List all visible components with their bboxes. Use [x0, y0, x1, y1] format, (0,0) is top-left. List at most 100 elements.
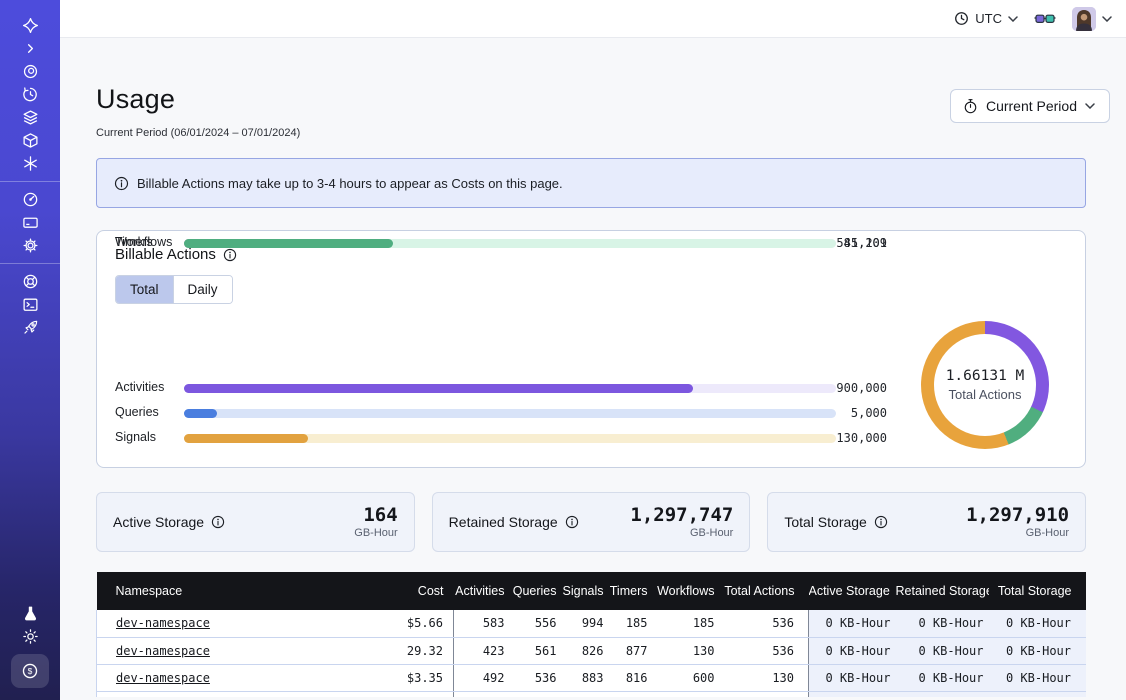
- col-retained-storage[interactable]: Retained Storage: [896, 572, 989, 610]
- theme-sun-icon[interactable]: [0, 625, 60, 648]
- namespaces-icon[interactable]: [0, 60, 60, 83]
- info-icon[interactable]: [211, 515, 225, 529]
- chevron-down-icon: [1008, 16, 1018, 22]
- bar-label: Queries: [115, 405, 159, 419]
- total-storage-card: Total Storage 1,297,910 GB-Hour: [767, 492, 1086, 552]
- cell-workflows: 130: [654, 637, 721, 664]
- page-subtitle: Current Period (06/01/2024 – 07/01/2024): [96, 127, 300, 139]
- bar-track: [184, 434, 836, 443]
- sidebar: $: [0, 0, 60, 700]
- cell-total-storage: 0 KB-Hour: [989, 664, 1087, 691]
- getting-started-rocket-icon[interactable]: [0, 316, 60, 339]
- usage-gauge-icon[interactable]: [0, 188, 60, 211]
- col-namespace[interactable]: Namespace: [97, 572, 357, 610]
- col-activities[interactable]: Activities: [454, 572, 511, 610]
- clock-icon: [954, 11, 969, 26]
- total-actions-label: Total Actions: [949, 387, 1022, 402]
- support-lifebuoy-icon[interactable]: [0, 270, 60, 293]
- total-storage-value: 1,297,910: [966, 505, 1069, 525]
- col-queries[interactable]: Queries: [511, 572, 563, 610]
- history-icon[interactable]: [0, 83, 60, 106]
- cell-total-storage: 0 KB-Hour: [989, 637, 1087, 664]
- collapse-chevron-icon[interactable]: [0, 37, 60, 60]
- cell-workflows: 600: [654, 664, 721, 691]
- bar-fill: [184, 239, 393, 248]
- active-storage-value: 164: [354, 505, 397, 525]
- bar-fill: [184, 409, 217, 418]
- account-menu[interactable]: [1072, 7, 1112, 31]
- settings-gear-icon[interactable]: [0, 234, 60, 257]
- period-selector-label: Current Period: [986, 98, 1077, 114]
- col-total-storage[interactable]: Total Storage: [989, 572, 1087, 610]
- layers-icon[interactable]: [0, 106, 60, 129]
- user-avatar: [1072, 7, 1096, 31]
- cell-active-storage: 0 KB-Hour: [809, 664, 896, 691]
- active-storage-card: Active Storage 164 GB-Hour: [96, 492, 415, 552]
- feedback-terminal-icon[interactable]: [0, 293, 60, 316]
- nexus-asterisk-icon[interactable]: [0, 152, 60, 175]
- namespace-link[interactable]: dev-namespace: [116, 616, 210, 630]
- 3d-glasses-icon[interactable]: [1034, 12, 1056, 26]
- timezone-label: UTC: [975, 11, 1002, 26]
- col-active-storage[interactable]: Active Storage: [809, 572, 896, 610]
- cell-cost: $5.66: [357, 610, 454, 637]
- total-storage-unit: GB-Hour: [966, 527, 1069, 539]
- table-header: Namespace Cost Activities Queries Signal…: [97, 572, 1087, 610]
- namespace-usage-table: Namespace Cost Activities Queries Signal…: [96, 572, 1086, 697]
- deployments-cube-icon[interactable]: [0, 129, 60, 152]
- cell-workflows: 185: [654, 610, 721, 637]
- namespace-link[interactable]: dev-namespace: [116, 671, 210, 685]
- cell-signals: 883: [563, 664, 610, 691]
- cell-signals: 826: [563, 637, 610, 664]
- temporal-logo-icon[interactable]: [0, 14, 60, 37]
- billable-view-tabs: Total Daily: [115, 275, 233, 304]
- cell-retained-storage: 0 KB-Hour: [896, 664, 989, 691]
- timezone-selector[interactable]: UTC: [954, 11, 1018, 26]
- labs-flask-icon[interactable]: [0, 602, 60, 625]
- col-timers[interactable]: Timers: [610, 572, 654, 610]
- cell-timers: 816: [610, 664, 654, 691]
- bar-track: [184, 384, 836, 393]
- table-row-partial: [97, 691, 1087, 697]
- table-row: dev-namespace 29.32 423 561 826 877 130 …: [97, 637, 1087, 664]
- tab-total[interactable]: Total: [116, 276, 173, 303]
- bar-value: 5,000: [851, 406, 887, 420]
- cell-cost: $3.35: [357, 664, 454, 691]
- cell-active-storage: 0 KB-Hour: [809, 610, 896, 637]
- bar-track: [184, 409, 836, 418]
- bar-fill: [184, 434, 308, 443]
- svg-text:$: $: [28, 666, 33, 676]
- total-actions-value: 1.66131 M: [946, 368, 1025, 384]
- period-selector-button[interactable]: Current Period: [950, 89, 1110, 123]
- cell-cost: 29.32: [357, 637, 454, 664]
- bar-label: Activities: [115, 380, 164, 394]
- total-actions-donut: 1.66131 M Total Actions: [921, 321, 1049, 449]
- col-workflows[interactable]: Workflows: [654, 572, 721, 610]
- cell-total-actions: 130: [721, 664, 809, 691]
- cell-signals: 994: [563, 610, 610, 637]
- active-storage-label: Active Storage: [113, 514, 225, 530]
- info-banner-text: Billable Actions may take up to 3-4 hour…: [137, 176, 563, 191]
- info-icon[interactable]: [874, 515, 888, 529]
- tab-daily[interactable]: Daily: [173, 276, 232, 303]
- cell-retained-storage: 0 KB-Hour: [896, 610, 989, 637]
- active-storage-unit: GB-Hour: [354, 527, 397, 539]
- main-content: Usage Current Period (06/01/2024 – 07/01…: [60, 38, 1126, 700]
- billing-card-icon[interactable]: [0, 211, 60, 234]
- usage-bar-row-signals: Signals 130,000: [115, 426, 1067, 451]
- page-title: Usage: [96, 84, 175, 115]
- cell-timers: 877: [610, 637, 654, 664]
- retained-storage-card: Retained Storage 1,297,747 GB-Hour: [432, 492, 751, 552]
- credits-dollar-button[interactable]: $: [11, 654, 49, 688]
- info-icon[interactable]: [565, 515, 579, 529]
- chevron-down-icon: [1102, 16, 1112, 22]
- bar-fill: [184, 384, 693, 393]
- info-banner: Billable Actions may take up to 3-4 hour…: [96, 158, 1086, 208]
- top-bar: UTC: [60, 0, 1126, 38]
- cell-total-storage: 0 KB-Hour: [989, 610, 1087, 637]
- col-total-actions[interactable]: Total Actions: [721, 572, 809, 610]
- namespace-link[interactable]: dev-namespace: [116, 644, 210, 658]
- col-signals[interactable]: Signals: [563, 572, 610, 610]
- stopwatch-icon: [963, 98, 978, 114]
- col-cost[interactable]: Cost: [357, 572, 454, 610]
